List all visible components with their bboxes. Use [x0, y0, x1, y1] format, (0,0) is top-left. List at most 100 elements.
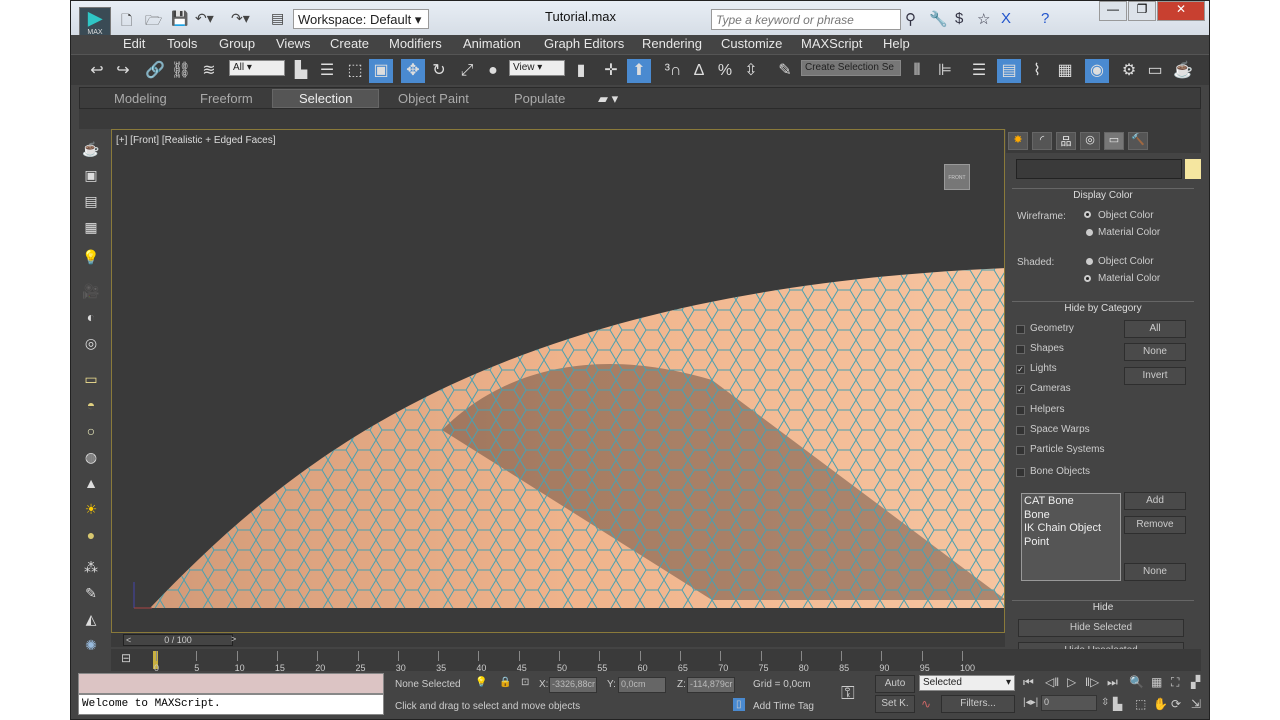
redo-icon[interactable]: ↪ — [111, 59, 135, 83]
named-selection-dropdown[interactable]: Create Selection Se — [801, 60, 901, 76]
zoom-icon[interactable]: 🔍 — [1129, 675, 1144, 689]
hide-invert-button[interactable]: Invert — [1124, 367, 1186, 385]
new-file-icon[interactable]: 🗋 — [121, 10, 132, 34]
link-icon[interactable]: 🔗 — [143, 59, 167, 83]
select-rotate-icon[interactable]: ↻ — [427, 59, 451, 83]
select-place-icon[interactable]: ● — [481, 59, 505, 83]
select-by-name-icon[interactable]: ☰ — [315, 59, 339, 83]
shaded-material-color-radio[interactable] — [1084, 275, 1091, 282]
open-file-icon[interactable]: 🗁 — [145, 10, 162, 34]
tab-modeling[interactable]: Modeling — [114, 91, 167, 106]
grid-icon[interactable]: ▦ — [81, 219, 101, 237]
category-checkbox-bone-objects[interactable] — [1016, 468, 1025, 477]
sun-icon[interactable]: ☀ — [81, 501, 101, 519]
pivot-center-icon[interactable]: ▮ — [569, 59, 593, 83]
selection-filter-dropdown[interactable]: All ▾ — [229, 60, 285, 76]
zoom-extents-icon[interactable]: ⛶ — [1171, 675, 1179, 690]
menu-animation[interactable]: Animation — [463, 36, 521, 51]
rectangle-selection-icon[interactable]: ⬚ — [343, 59, 367, 83]
menu-tools[interactable]: Tools — [167, 36, 197, 51]
zoom-all-icon[interactable]: ▦ — [1151, 675, 1162, 689]
render-icon[interactable]: ◎ — [81, 335, 101, 353]
add-category-button[interactable]: Add — [1124, 492, 1186, 510]
category-checkbox-particle-systems[interactable] — [1016, 446, 1025, 455]
category-checkbox-cameras[interactable]: ✓ — [1016, 385, 1025, 394]
display-color-rollout[interactable]: Display Color — [1012, 188, 1194, 202]
maximize-button[interactable]: ❐ — [1128, 1, 1156, 21]
material-editor-icon[interactable]: ◉ — [1085, 59, 1109, 83]
menu-customize[interactable]: Customize — [721, 36, 782, 51]
binoculars-icon[interactable]: ⚲ — [905, 10, 916, 28]
play-icon[interactable]: ▷ — [1067, 675, 1076, 689]
category-list[interactable]: CAT Bone Bone IK Chain Object Point — [1021, 493, 1121, 581]
key-filters-button[interactable]: Filters... — [941, 695, 1015, 713]
pan-view-icon[interactable]: ✋ — [1153, 697, 1168, 711]
auto-key-button[interactable]: Auto — [875, 675, 915, 693]
select-manipulate-icon[interactable]: ✛ — [599, 59, 623, 83]
menu-create[interactable]: Create — [330, 36, 369, 51]
current-frame-field[interactable]: 0 — [1041, 695, 1097, 711]
lock-icon[interactable]: 🔒 — [499, 677, 511, 688]
undo-icon[interactable]: ↩ — [85, 59, 109, 83]
go-to-end-icon[interactable]: ⏭ — [1107, 675, 1118, 690]
list-item[interactable]: Point — [1024, 536, 1118, 550]
project-folder-icon[interactable]: ▤ — [271, 10, 284, 27]
orbit-icon[interactable]: ⟳ — [1171, 697, 1181, 711]
wireframe-object-color-radio[interactable] — [1084, 211, 1091, 218]
viewport-front[interactable]: [+] [Front] [Realistic + Edged Faces] FR… — [111, 129, 1005, 633]
workspace-dropdown[interactable]: Workspace: Default ▾ — [293, 9, 429, 29]
time-config-icon[interactable]: ▙ — [1113, 697, 1122, 711]
display-tab-icon[interactable]: ▭ — [1104, 132, 1124, 150]
hemisphere-icon[interactable]: ◓ — [81, 397, 101, 415]
shell-icon[interactable]: ◍ — [81, 449, 101, 467]
hide-rollout[interactable]: Hide — [1012, 600, 1194, 614]
maximize-viewport-icon[interactable]: ⇲ — [1191, 697, 1201, 711]
object-color-swatch[interactable] — [1185, 159, 1201, 179]
category-checkbox-helpers[interactable] — [1016, 406, 1025, 415]
align-icon[interactable]: ⊫ — [933, 59, 957, 83]
menu-rendering[interactable]: Rendering — [642, 36, 702, 51]
menu-edit[interactable]: Edit — [123, 36, 145, 51]
hide-none-button[interactable]: None — [1124, 343, 1186, 361]
minimize-button[interactable]: — — [1099, 1, 1127, 21]
mini-curve-editor-icon[interactable]: ⊟ — [121, 651, 131, 665]
mirror-icon[interactable]: ⫴ — [905, 59, 929, 83]
percent-snap-icon[interactable]: % — [713, 59, 737, 83]
list-item[interactable]: CAT Bone — [1024, 495, 1118, 509]
wireframe-material-color-radio[interactable] — [1086, 229, 1093, 236]
remove-category-button[interactable]: Remove — [1124, 516, 1186, 534]
window-crossing-icon[interactable]: ▣ — [369, 59, 393, 83]
maxscript-listener-input[interactable] — [78, 673, 384, 694]
material-icon[interactable]: ▣ — [81, 167, 101, 185]
plane-icon[interactable]: ▭ — [81, 371, 101, 389]
time-slider[interactable]: <0 / 100 — [123, 634, 233, 646]
search-input[interactable]: Type a keyword or phrase — [711, 9, 901, 30]
category-checkbox-geometry[interactable] — [1016, 325, 1025, 334]
snaps-toggle-icon[interactable]: ³∩ — [661, 59, 685, 83]
spinner-snap-icon[interactable]: ⇳ — [739, 59, 763, 83]
edit-named-selection-icon[interactable]: ✎ — [773, 59, 797, 83]
render-production-icon[interactable]: ☕ — [1171, 59, 1195, 83]
sphere-icon[interactable]: ● — [81, 527, 101, 545]
category-checkbox-lights[interactable]: ✓ — [1016, 365, 1025, 374]
shaded-object-color-radio[interactable] — [1086, 258, 1093, 265]
tab-freeform[interactable]: Freeform — [200, 91, 253, 106]
unlink-icon[interactable]: ⛓ — [169, 59, 193, 83]
object-name-field[interactable] — [1016, 159, 1182, 179]
set-key-icon[interactable]: ⚿ — [841, 683, 855, 704]
teapot-icon[interactable]: ☕ — [81, 141, 101, 159]
menu-help[interactable]: Help — [883, 36, 910, 51]
angle-snap-icon[interactable]: ∆ — [687, 59, 711, 83]
tab-populate[interactable]: Populate — [514, 91, 565, 106]
zoom-extents-all-icon[interactable]: ▞ — [1191, 675, 1200, 689]
schematic-view-icon[interactable]: ▦ — [1053, 59, 1077, 83]
key-filter-dropdown[interactable]: Selected ▾ — [919, 675, 1015, 691]
scene-explorer-icon[interactable]: ▤ — [997, 59, 1021, 83]
ribbon-options-icon[interactable]: ▰ ▾ — [598, 91, 618, 107]
hide-all-button[interactable]: All — [1124, 320, 1186, 338]
key-tangent-icon[interactable]: ∿ — [921, 697, 931, 711]
list-item[interactable]: IK Chain Object — [1024, 522, 1118, 536]
go-to-start-icon[interactable]: ⏮ — [1023, 675, 1034, 690]
undo-icon[interactable]: ↶▾ — [195, 10, 214, 27]
cone-icon[interactable]: ▲ — [81, 475, 101, 493]
